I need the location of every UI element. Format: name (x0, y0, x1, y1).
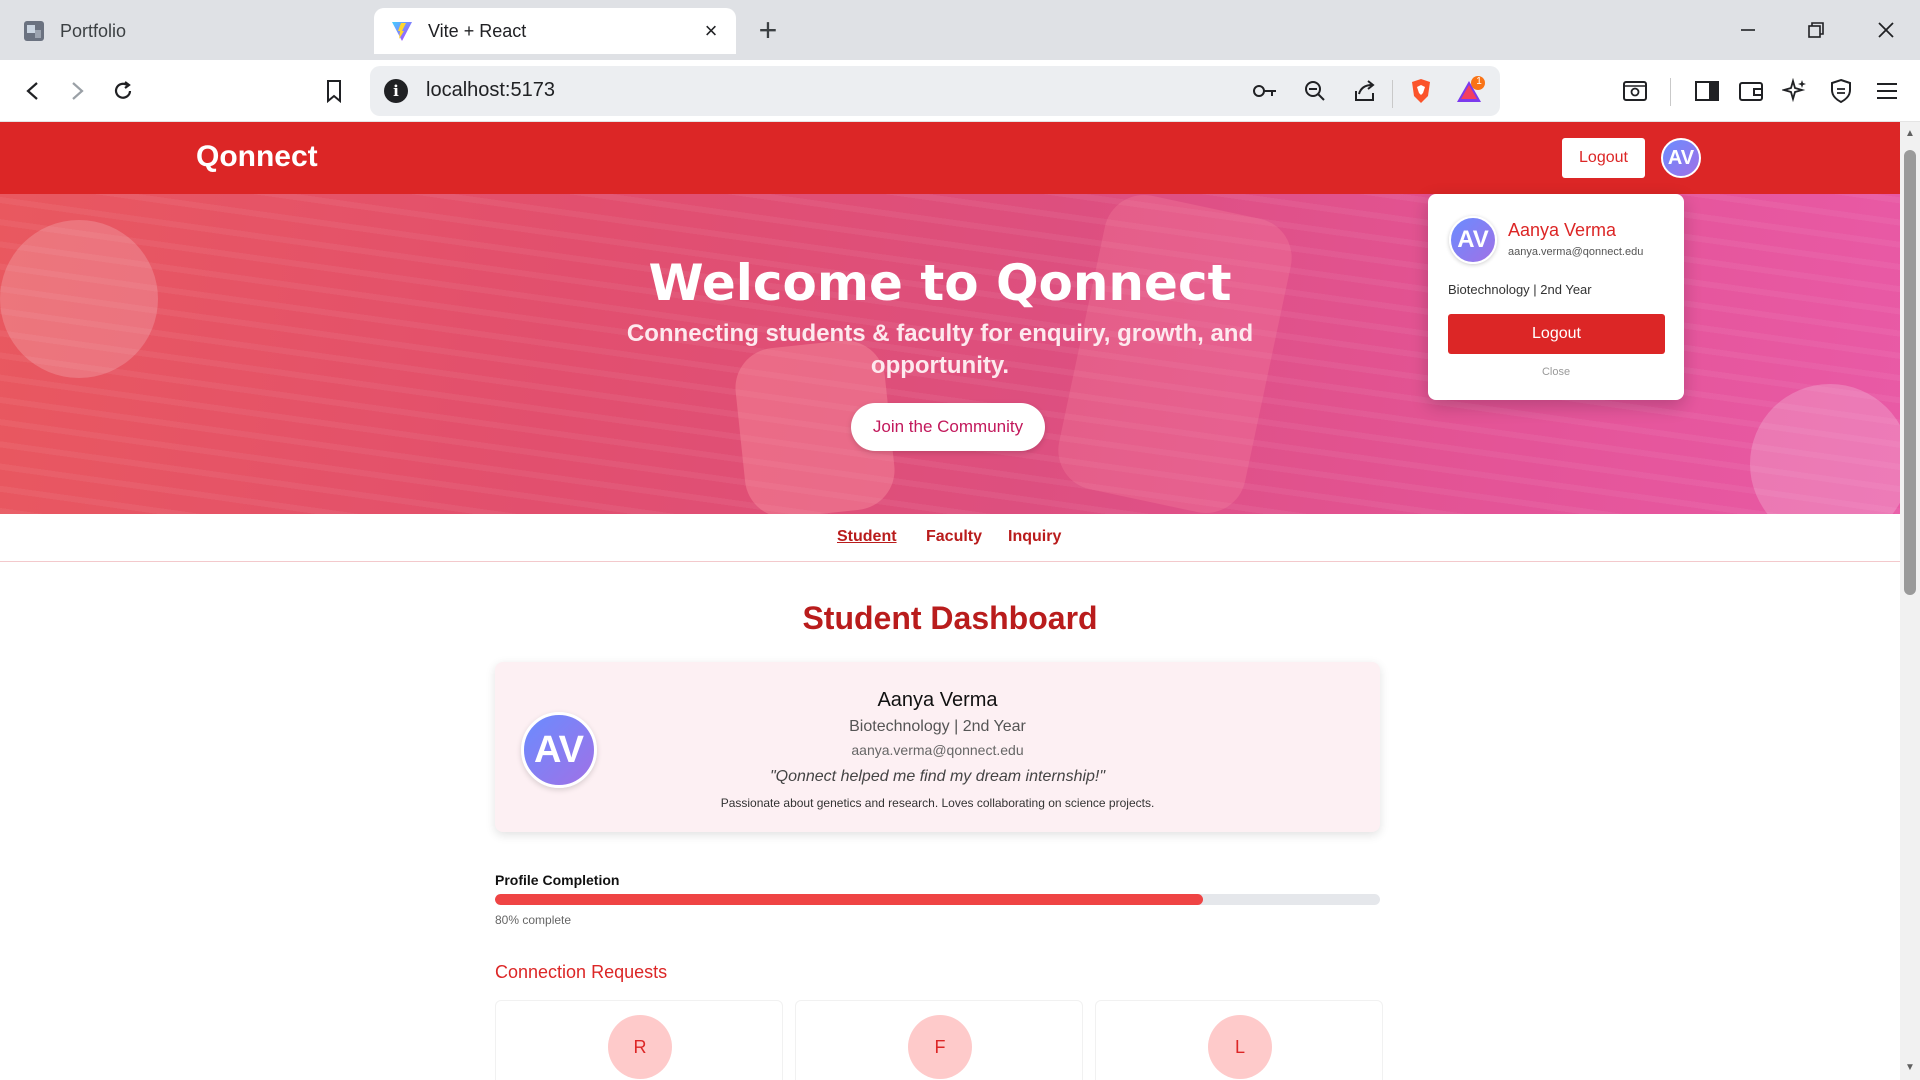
page-scrollbar[interactable]: ▲ ▼ (1900, 122, 1920, 1080)
site-navbar: Qonnect Logout AV (0, 122, 1900, 194)
connection-request-card[interactable]: R (495, 1000, 783, 1080)
avatar: F (908, 1015, 972, 1079)
scrollbar-thumb[interactable] (1904, 150, 1916, 595)
site-logo[interactable]: Qonnect (196, 140, 318, 174)
leo-ai-icon[interactable] (1776, 72, 1814, 110)
connection-request-card[interactable]: L (1095, 1000, 1383, 1080)
menu-icon[interactable] (1868, 72, 1906, 110)
dropdown-user-department: Biotechnology | 2nd Year (1448, 282, 1592, 297)
brave-rewards-icon[interactable]: 1 (1454, 74, 1488, 108)
profile-completion-label: Profile Completion (495, 872, 620, 888)
wallet-icon[interactable] (1732, 72, 1770, 110)
user-avatar-button[interactable]: AV (1661, 138, 1701, 178)
scroll-down-icon[interactable]: ▼ (1904, 1062, 1916, 1074)
avatar: L (1208, 1015, 1272, 1079)
forward-icon[interactable] (58, 72, 96, 110)
hero-subtitle: Connecting students & faculty for enquir… (626, 320, 1254, 379)
minimize-icon[interactable] (1728, 12, 1768, 48)
dropdown-close-link[interactable]: Close (1428, 366, 1684, 378)
connection-request-card[interactable]: F (795, 1000, 1083, 1080)
profile-completion-bar (495, 894, 1380, 905)
page-viewport: Qonnect Logout AV Welcome to Qonnect Con… (0, 122, 1900, 1080)
close-tab-icon[interactable]: × (700, 20, 722, 42)
browser-tab-bar: Portfolio Vite + React × + (0, 0, 1920, 60)
tab-title: Portfolio (60, 20, 127, 41)
nav-logout-button[interactable]: Logout (1562, 138, 1645, 178)
new-tab-icon[interactable]: + (752, 12, 784, 48)
scroll-up-icon[interactable]: ▲ (1904, 128, 1916, 140)
zoom-out-icon[interactable] (1298, 74, 1332, 108)
profile-completion-fill (495, 894, 1203, 905)
dashboard-tabs: Student Faculty Inquiry (0, 514, 1900, 562)
tab-inquiry[interactable]: Inquiry (1008, 528, 1061, 546)
address-bar[interactable]: i localhost:5173 1 (370, 66, 1500, 116)
url-text[interactable]: localhost:5173 (426, 79, 555, 102)
dropdown-user-email: aanya.verma@qonnect.edu (1508, 246, 1644, 258)
key-icon[interactable] (1248, 74, 1282, 108)
profile-name: Aanya Verma (877, 689, 998, 711)
dropdown-user-name: Aanya Verma (1508, 220, 1617, 240)
reload-icon[interactable] (104, 72, 142, 110)
profile-bio: Passionate about genetics and research. … (720, 796, 1155, 810)
profile-dropdown: AV Aanya Verma aanya.verma@qonnect.edu B… (1428, 194, 1684, 400)
dashboard-title: Student Dashboard (802, 600, 1098, 636)
profile-completion-text: 80% complete (495, 913, 572, 927)
dropdown-logout-button[interactable]: Logout (1448, 314, 1665, 354)
profile-quote: "Qonnect helped me find my dream interns… (769, 768, 1106, 785)
avatar: AV (1449, 216, 1497, 264)
reader-mode-icon[interactable] (1616, 72, 1654, 110)
browser-toolbar: i localhost:5173 1 (0, 60, 1920, 122)
notification-count: 1 (1476, 76, 1482, 87)
profile-department: Biotechnology | 2nd Year (849, 718, 1026, 735)
back-icon[interactable] (14, 72, 52, 110)
profile-email: aanya.verma@qonnect.edu (851, 742, 1024, 758)
portfolio-favicon-icon (22, 19, 46, 43)
connection-requests-title: Connection Requests (495, 962, 668, 982)
avatar: R (608, 1015, 672, 1079)
vpn-shield-icon[interactable] (1822, 72, 1860, 110)
tab-title: Vite + React (428, 20, 527, 41)
brave-shields-icon[interactable] (1404, 74, 1438, 108)
bookmark-icon[interactable] (315, 72, 353, 110)
sidebar-icon[interactable] (1688, 72, 1726, 110)
tab-faculty[interactable]: Faculty (926, 528, 982, 546)
site-info-icon[interactable]: i (384, 79, 408, 103)
restore-icon[interactable] (1796, 12, 1836, 48)
join-community-button[interactable]: Join the Community (851, 403, 1045, 451)
browser-tab-portfolio[interactable]: Portfolio (10, 8, 370, 54)
tab-student[interactable]: Student (837, 528, 897, 546)
close-window-icon[interactable] (1866, 12, 1906, 48)
share-icon[interactable] (1348, 74, 1382, 108)
profile-card: AV Aanya Verma Biotechnology | 2nd Year … (495, 662, 1380, 832)
vite-logo-icon (390, 19, 414, 43)
browser-tab-vite-react[interactable]: Vite + React × (374, 8, 736, 54)
